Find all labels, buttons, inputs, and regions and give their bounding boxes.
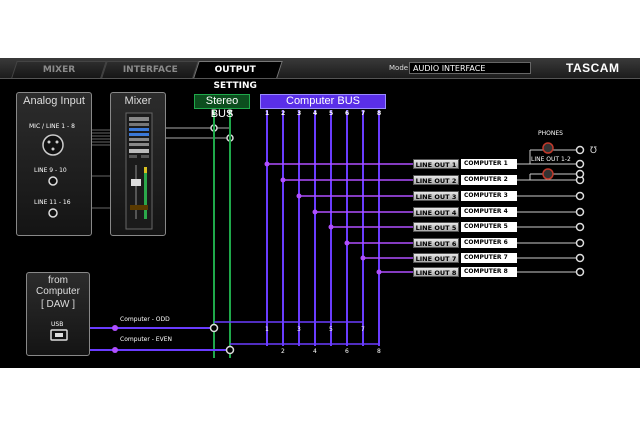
line-out-3-button[interactable]: LINE OUT 3 bbox=[413, 191, 459, 201]
route-junction-dot bbox=[360, 255, 366, 261]
line-out-4-source[interactable]: COMPUTER 4 bbox=[461, 207, 517, 217]
even-channel-number: 6 bbox=[345, 348, 349, 355]
line-out-2-button[interactable]: LINE OUT 2 bbox=[413, 175, 459, 185]
usb-port-icon bbox=[50, 329, 68, 341]
output-setting-window: MIXER INTERFACE OUTPUT SETTING Mode AUDI… bbox=[0, 58, 640, 368]
mixer-panel: Mixer bbox=[110, 92, 166, 236]
line-out-jack-icon bbox=[575, 253, 585, 263]
phones-level-knob[interactable] bbox=[542, 142, 554, 154]
route-junction-dot bbox=[296, 193, 302, 199]
computer-even-label: Computer - EVEN bbox=[120, 336, 172, 343]
computer-bus-header: Computer BUS bbox=[260, 94, 386, 109]
odd-channel-number: 1 bbox=[265, 326, 269, 333]
headphones-icon: ℧ bbox=[590, 146, 597, 156]
line-out-jack-icon bbox=[575, 191, 585, 201]
route-junction-dot bbox=[344, 240, 350, 246]
stereo-bus-left-label: L bbox=[212, 110, 216, 117]
route-junction-dot bbox=[280, 177, 286, 183]
junction-dot bbox=[112, 347, 118, 353]
line-out-jack-icon bbox=[575, 207, 585, 217]
line-out-7-button[interactable]: LINE OUT 7 bbox=[413, 253, 459, 263]
stereo-bus-header: Stereo BUS bbox=[194, 94, 250, 120]
line-out-5-source[interactable]: COMPUTER 5 bbox=[461, 222, 517, 232]
odd-channel-number: 7 bbox=[361, 326, 365, 333]
line-out-4-button[interactable]: LINE OUT 4 bbox=[413, 207, 459, 217]
jack-connector-icon bbox=[48, 176, 58, 186]
line-out-1-button[interactable]: LINE OUT 1 bbox=[413, 159, 459, 169]
channel-strip-icon bbox=[125, 112, 153, 230]
line-out-7-source[interactable]: COMPUTER 7 bbox=[461, 253, 517, 263]
jack-connector-icon bbox=[48, 208, 58, 218]
line-out-5-button[interactable]: LINE OUT 5 bbox=[413, 222, 459, 232]
bus-tap-icon bbox=[209, 323, 219, 333]
computer-bus-channel-number: 6 bbox=[345, 110, 350, 117]
line-out-1-source[interactable]: COMPUTER 1 bbox=[461, 159, 517, 169]
line-out-jack-icon bbox=[575, 222, 585, 232]
computer-bus-channel-number: 5 bbox=[329, 110, 334, 117]
line-out-1-2-level-knob[interactable] bbox=[542, 168, 554, 180]
line-out-jack-icon bbox=[575, 159, 585, 169]
route-junction-dot bbox=[376, 269, 382, 275]
even-channel-number: 8 bbox=[377, 348, 381, 355]
line-out-2-source[interactable]: COMPUTER 2 bbox=[461, 175, 517, 185]
computer-bus-channel-number: 3 bbox=[297, 110, 302, 117]
line-out-jack-icon bbox=[575, 238, 585, 248]
route-junction-dot bbox=[312, 209, 318, 215]
route-junction-dot bbox=[264, 161, 270, 167]
computer-bus-channel-number: 7 bbox=[361, 110, 366, 117]
phones-line-out-label: LINE OUT 1-2 bbox=[531, 156, 571, 163]
even-channel-number: 2 bbox=[281, 348, 285, 355]
junction-dot bbox=[112, 325, 118, 331]
xlr-connector-icon bbox=[42, 134, 64, 156]
line-out-3-source[interactable]: COMPUTER 3 bbox=[461, 191, 517, 201]
line-out-8-source[interactable]: COMPUTER 8 bbox=[461, 267, 517, 277]
line-out-8-button[interactable]: LINE OUT 8 bbox=[413, 267, 459, 277]
computer-bus-channel-number: 2 bbox=[281, 110, 286, 117]
input-connectors bbox=[42, 134, 64, 218]
even-channel-number: 4 bbox=[313, 348, 317, 355]
phones-jack-icon bbox=[575, 169, 585, 179]
odd-channel-number: 3 bbox=[297, 326, 301, 333]
computer-odd-label: Computer - ODD bbox=[120, 316, 170, 323]
computer-bus-channel-number: 4 bbox=[313, 110, 318, 117]
computer-bus-channel-number: 1 bbox=[265, 110, 270, 117]
odd-channel-number: 5 bbox=[329, 326, 333, 333]
phones-jack-icon bbox=[575, 145, 585, 155]
line-out-jack-icon bbox=[575, 267, 585, 277]
line-out-6-source[interactable]: COMPUTER 6 bbox=[461, 238, 517, 248]
computer-bus-channel-number: 8 bbox=[377, 110, 382, 117]
stereo-bus-right-label: R bbox=[228, 110, 233, 117]
phones-label: PHONES bbox=[538, 130, 563, 137]
bus-tap-icon bbox=[225, 345, 235, 355]
from-computer-panel: from Computer [ DAW ] USB bbox=[26, 272, 90, 356]
route-junction-dot bbox=[328, 224, 334, 230]
analog-input-panel: Analog Input MIC / LINE 1 - 8 LINE 9 - 1… bbox=[16, 92, 92, 236]
line-out-6-button[interactable]: LINE OUT 6 bbox=[413, 238, 459, 248]
